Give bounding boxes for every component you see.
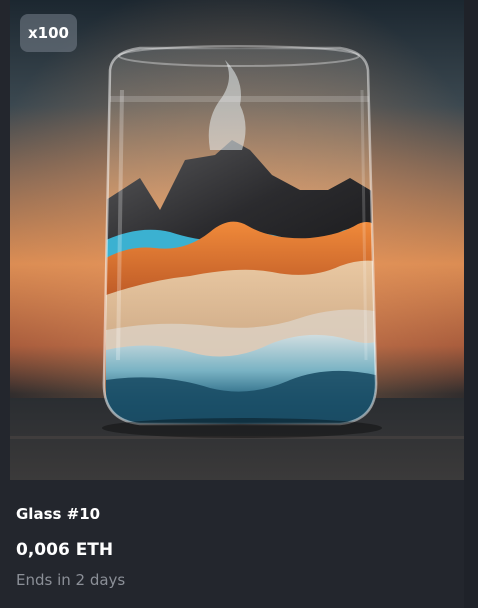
nft-title[interactable]: Glass #10 [16,504,100,524]
edition-count-badge: x100 [20,14,77,52]
page-background-edge [464,0,478,608]
auction-ends-text: Ends in 2 days [16,571,126,589]
glass-landscape-artwork [10,0,464,480]
nft-image[interactable]: x100 [10,0,464,480]
nft-price: 0,006 ETH [16,540,114,560]
nft-card[interactable]: x100 Glass #10 0,006 ETH Ends in 2 days [0,0,478,608]
